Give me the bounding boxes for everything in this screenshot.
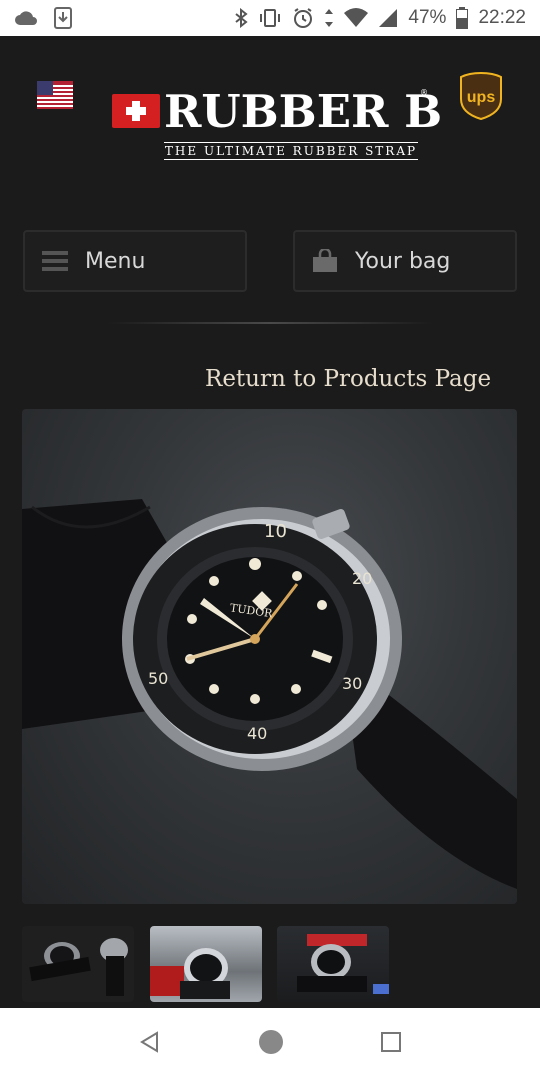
shopping-bag-icon xyxy=(295,249,355,273)
bezel-50: 50 xyxy=(148,669,168,688)
home-icon[interactable] xyxy=(258,1029,284,1059)
product-main-image[interactable]: 10 20 30 40 50 TUDOR xyxy=(22,409,517,904)
thumbnail-2[interactable] xyxy=(150,926,262,1002)
bag-button-label: Your bag xyxy=(355,248,451,274)
battery-icon xyxy=(456,7,469,29)
bluetooth-icon xyxy=(234,8,249,28)
menu-button[interactable]: Menu xyxy=(23,230,247,292)
clock: 22:22 xyxy=(478,7,526,28)
bezel-30: 30 xyxy=(342,674,362,693)
your-bag-button[interactable]: Your bag xyxy=(293,230,517,292)
ups-logo-icon: ups xyxy=(460,71,502,121)
brand-name: RUBBER B xyxy=(164,85,443,138)
registered-mark: ® xyxy=(420,88,428,97)
bezel-20: 20 xyxy=(352,569,372,588)
divider xyxy=(108,322,432,324)
cloud-icon xyxy=(14,10,38,26)
wifi-icon xyxy=(344,8,369,28)
ups-logo-text: ups xyxy=(467,89,496,106)
us-flag-icon[interactable] xyxy=(37,81,73,109)
bezel-10: 10 xyxy=(264,521,287,542)
thumbnail-1[interactable] xyxy=(22,926,134,1002)
signal-icon xyxy=(378,8,398,28)
recents-icon[interactable] xyxy=(380,1031,402,1057)
return-to-products-link[interactable]: Return to Products Page xyxy=(205,366,491,392)
alarm-icon xyxy=(292,7,314,29)
thumbnail-strip xyxy=(22,926,394,1004)
android-navigation-bar xyxy=(0,1008,540,1080)
site-header: RUBBER B ® THE ULTIMATE RUBBER STRAP ups xyxy=(0,36,540,186)
hamburger-icon xyxy=(25,249,85,273)
data-arrows-icon xyxy=(324,8,334,28)
swiss-cross-icon xyxy=(112,94,160,128)
battery-percent: 47% xyxy=(408,7,447,28)
brand-tagline: THE ULTIMATE RUBBER STRAP xyxy=(164,142,418,160)
thumbnail-3[interactable] xyxy=(277,926,389,1002)
download-icon xyxy=(54,7,72,29)
menu-button-label: Menu xyxy=(85,248,146,274)
back-icon[interactable] xyxy=(138,1030,162,1058)
status-bar: 47% 22:22 xyxy=(0,0,540,36)
rubber-b-logo[interactable]: RUBBER B ® THE ULTIMATE RUBBER STRAP xyxy=(112,86,442,162)
bezel-40: 40 xyxy=(247,724,267,743)
vibrate-icon xyxy=(258,8,282,28)
